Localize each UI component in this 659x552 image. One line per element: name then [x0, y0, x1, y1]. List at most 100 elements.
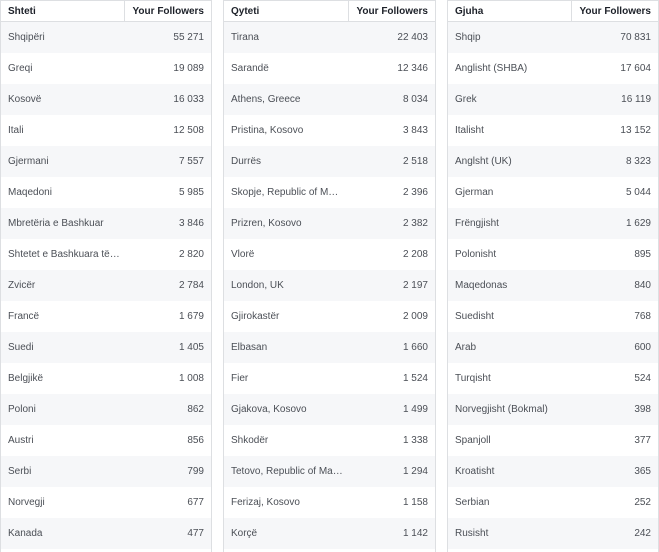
- row-followers-count: 2 784: [178, 280, 204, 291]
- row-followers-count: 5 985: [178, 187, 204, 198]
- column-header-language[interactable]: Gjuha: [448, 1, 571, 21]
- table-row: Sarandë 12 346: [224, 53, 435, 84]
- row-followers-count: 2 197: [402, 280, 428, 291]
- row-followers-count: 677: [187, 497, 204, 508]
- row-followers-count: 1 405: [178, 342, 204, 353]
- row-label: Shtetet e Bashkuara të …: [8, 249, 120, 260]
- row-label: Suedi: [8, 342, 34, 353]
- table-row: Rusisht 242: [448, 518, 658, 549]
- row-followers-count: 1 660: [402, 342, 428, 353]
- row-label: Ferizaj, Kosovo: [231, 497, 300, 508]
- table-row: Kanada 477: [1, 518, 211, 549]
- column-header-followers[interactable]: Your Followers: [348, 1, 435, 21]
- table-row: Athens, Greece 8 034: [224, 84, 435, 115]
- table-row: Shtetet e Bashkuara të … 2 820: [1, 239, 211, 270]
- table-row: Suedisht 768: [448, 301, 658, 332]
- row-followers-count: 1 524: [402, 373, 428, 384]
- row-label: Greqi: [8, 63, 33, 74]
- row-label: Sarandë: [231, 63, 269, 74]
- row-label: Serbi: [8, 466, 32, 477]
- table-row: Elbasan 1 660: [224, 332, 435, 363]
- table-row: Ferizaj, Kosovo 1 158: [224, 487, 435, 518]
- row-followers-count: 8 323: [625, 156, 651, 167]
- row-label: Norvegji: [8, 497, 45, 508]
- table-row: Mbretëria e Bashkuar 3 846: [1, 208, 211, 239]
- row-followers-count: 2 382: [402, 218, 428, 229]
- row-label: Belgjikë: [8, 373, 44, 384]
- table-row: Suedi 1 405: [1, 332, 211, 363]
- row-label: Maqedoni: [8, 187, 52, 198]
- table-row: Polonisht 895: [448, 239, 658, 270]
- table-row: Maqedoni 5 985: [1, 177, 211, 208]
- row-label: Francë: [8, 311, 40, 322]
- table-row: Gjerman 5 044: [448, 177, 658, 208]
- table-row: Zvicër 2 784: [1, 270, 211, 301]
- row-followers-count: 12 508: [173, 125, 204, 136]
- row-followers-count: 862: [187, 404, 204, 415]
- row-label: Itali: [8, 125, 24, 136]
- row-followers-count: 22 403: [397, 32, 428, 43]
- row-label: Arab: [455, 342, 477, 353]
- row-followers-count: 840: [634, 280, 651, 291]
- row-label: Spanjoll: [455, 435, 491, 446]
- table-row: Shqipëri 55 271: [1, 22, 211, 53]
- row-followers-count: 16 033: [173, 94, 204, 105]
- row-label: Pristina, Kosovo: [231, 125, 304, 136]
- table-header: Gjuha Your Followers: [448, 0, 658, 22]
- table-row: Belgjikë 1 008: [1, 363, 211, 394]
- row-label: Rusisht: [455, 528, 489, 539]
- row-followers-count: 16 119: [621, 94, 651, 105]
- row-followers-count: 2 820: [178, 249, 204, 260]
- table-row: Frëngjisht 1 629: [448, 208, 658, 239]
- row-label: Fier: [231, 373, 249, 384]
- row-followers-count: 1 158: [402, 497, 428, 508]
- table-row: Kroatisht 365: [448, 456, 658, 487]
- row-label: London, UK: [231, 280, 284, 291]
- row-label: Kroatisht: [455, 466, 495, 477]
- table-row: Maqedonas 840: [448, 270, 658, 301]
- table-row: Kosovë 16 033: [1, 84, 211, 115]
- table-header: Shteti Your Followers: [1, 0, 211, 22]
- row-label: Poloni: [8, 404, 36, 415]
- table-row: Anglisht (SHBA) 17 604: [448, 53, 658, 84]
- row-followers-count: 252: [634, 497, 651, 508]
- column-header-followers[interactable]: Your Followers: [124, 1, 211, 21]
- row-label: Gjermani: [8, 156, 49, 167]
- column-header-followers[interactable]: Your Followers: [571, 1, 658, 21]
- row-label: Frëngjisht: [455, 218, 499, 229]
- row-followers-count: 1 338: [402, 435, 428, 446]
- row-label: Suedisht: [455, 311, 494, 322]
- table-row: Spanjoll 377: [448, 425, 658, 456]
- row-label: Anglisht (SHBA): [455, 63, 528, 74]
- row-followers-count: 1 294: [402, 466, 428, 477]
- table-row: Austri 856: [1, 425, 211, 456]
- table-row: Gjermani 7 557: [1, 146, 211, 177]
- row-label: Gjakova, Kosovo: [231, 404, 307, 415]
- column-header-country[interactable]: Shteti: [1, 1, 124, 21]
- row-followers-count: 7 557: [178, 156, 204, 167]
- table-row: Serbi 799: [1, 456, 211, 487]
- table-row: Itali 12 508: [1, 115, 211, 146]
- table-row: Fier 1 524: [224, 363, 435, 394]
- row-followers-count: 2 518: [402, 156, 428, 167]
- column-header-city[interactable]: Qyteti: [224, 1, 348, 21]
- table-row: Italisht 13 152: [448, 115, 658, 146]
- table-body: Tirana 22 403 Sarandë 12 346 Athens, Greece 8…: [224, 22, 435, 549]
- row-followers-count: 524: [634, 373, 651, 384]
- row-followers-count: 856: [187, 435, 204, 446]
- row-followers-count: 1 008: [178, 373, 204, 384]
- row-label: Anglsht (UK): [455, 156, 512, 167]
- table-row: Poloni 862: [1, 394, 211, 425]
- row-label: Zvicër: [8, 280, 36, 291]
- table-row: Grek 16 119: [448, 84, 658, 115]
- table-row: Greqi 19 089: [1, 53, 211, 84]
- row-label: Grek: [455, 94, 477, 105]
- row-followers-count: 600: [634, 342, 651, 353]
- row-label: Shqip: [455, 32, 481, 43]
- row-label: Shkodër: [231, 435, 269, 446]
- table-row: Turqisht 524: [448, 363, 658, 394]
- row-followers-count: 8 034: [402, 94, 428, 105]
- row-followers-count: 768: [634, 311, 651, 322]
- row-followers-count: 365: [634, 466, 651, 477]
- row-followers-count: 5 044: [625, 187, 651, 198]
